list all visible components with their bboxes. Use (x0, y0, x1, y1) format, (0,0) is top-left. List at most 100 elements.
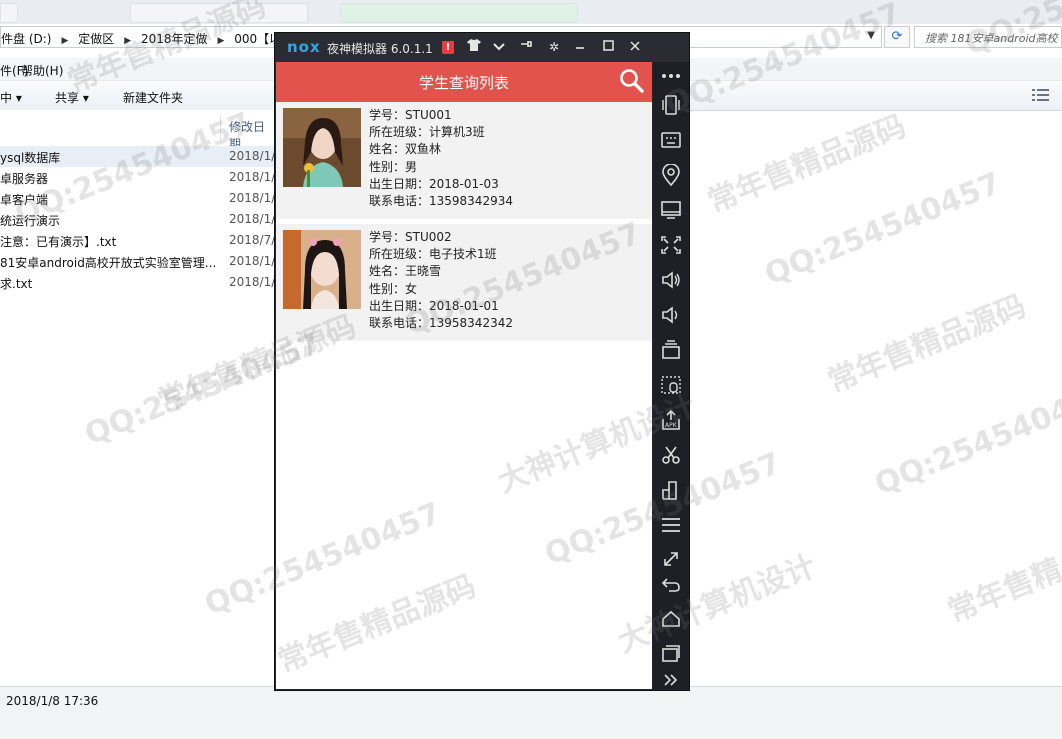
close-icon[interactable] (626, 38, 644, 56)
resize-icon[interactable] (659, 549, 683, 571)
student-gender: 性别：男 (369, 159, 418, 174)
student-gender: 性别：女 (369, 281, 418, 296)
student-photo (283, 230, 361, 309)
status-bar: 2018/1/8 17:36 (0, 686, 1062, 739)
file-row[interactable]: 注意：已有演示】.txt 2018/7/ (0, 230, 276, 251)
student-class: 所在班级：计算机3班 (369, 125, 485, 140)
file-date: 2018/1/ (229, 212, 276, 226)
svg-text:APK: APK (665, 422, 678, 429)
file-name: 81安卓android高校开放式实验室管理.... (0, 256, 216, 270)
volume-down-icon[interactable] (659, 304, 683, 326)
volume-up-icon[interactable] (659, 269, 683, 291)
file-row[interactable]: 统运行演示 2018/1/ (0, 209, 276, 230)
student-card[interactable]: 学号：STU001 所在班级：计算机3班 姓名：双鱼林 性别：男 出生日期：20… (276, 102, 652, 219)
file-name: 求.txt (0, 277, 33, 291)
fullscreen-icon[interactable] (659, 234, 683, 256)
file-date: 2018/7/ (229, 233, 276, 247)
shake-icon[interactable] (659, 94, 683, 116)
chevron-right-icon: ▶ (217, 36, 225, 46)
student-phone: 联系电话：13598342934 (369, 194, 513, 209)
student-birth: 出生日期：2018-01-01 (369, 298, 499, 313)
view-options-icon[interactable] (1032, 88, 1050, 102)
search-icon[interactable] (619, 68, 645, 94)
file-name: 卓客户端 (0, 193, 49, 207)
minimize-icon[interactable] (571, 38, 589, 56)
file-date: 2018/1/ (229, 254, 276, 268)
breadcrumb-folder[interactable]: 2018年定做 (141, 32, 208, 46)
address-dropdown-icon[interactable]: ▼ (867, 30, 875, 41)
display-icon[interactable] (659, 199, 683, 221)
file-row[interactable]: 卓客户端 2018/1/ (0, 188, 276, 209)
file-row[interactable]: 卓服务器 2018/1/ (0, 167, 276, 188)
back-icon[interactable] (659, 573, 683, 595)
file-name: ysql数据库 (0, 151, 61, 165)
gear-icon[interactable]: ✲ (545, 38, 563, 56)
menu-icon[interactable] (659, 514, 683, 536)
pin-icon[interactable] (516, 38, 534, 56)
app-title: 学生查询列表 (418, 74, 509, 92)
file-row[interactable]: 81安卓android高校开放式实验室管理.... 2018/1/ (0, 251, 276, 272)
file-date: 2018/1/ (229, 170, 276, 184)
file-name: 注意：已有演示】.txt (0, 235, 117, 249)
apk-stack-icon[interactable] (659, 339, 683, 361)
breadcrumb-drive[interactable]: 件盘 (D:) (1, 32, 51, 46)
student-id: 学号：STU001 (369, 108, 452, 122)
ghost-tab (130, 3, 308, 23)
chevron-right-icon: ▶ (61, 36, 69, 46)
stats-icon[interactable] (659, 479, 683, 501)
breadcrumb-folder[interactable]: 定做区 (78, 32, 114, 46)
student-list: 学号：STU001 所在班级：计算机3班 姓名：双鱼林 性别：男 出生日期：20… (276, 102, 652, 346)
student-name: 姓名：双鱼林 (369, 142, 442, 157)
watermark: QQ:254540457 (760, 166, 1006, 293)
file-row[interactable]: 求.txt 2018/1/ (0, 272, 276, 293)
search-input[interactable] (923, 28, 1061, 47)
scissors-icon[interactable] (659, 444, 683, 466)
ghost-tab (0, 3, 18, 23)
emulator-title: 夜神模拟器 6.0.1.1 (327, 42, 433, 56)
alert-icon[interactable]: ! (442, 41, 454, 54)
student-class: 所在班级：电子技术1班 (369, 247, 497, 262)
ghost-tab (340, 3, 578, 23)
install-apk-icon[interactable]: APK (659, 409, 683, 431)
student-info: 学号：STU002 所在班级：电子技术1班 姓名：王晓雪 性别：女 出生日期：2… (369, 229, 513, 332)
student-card[interactable]: 学号：STU002 所在班级：电子技术1班 姓名：王晓雪 性别：女 出生日期：2… (276, 224, 652, 341)
student-photo (283, 108, 361, 187)
expand-icon[interactable] (659, 669, 683, 691)
column-header-row: 修改日期 (0, 110, 276, 151)
watermark: 常年售精品源码 (702, 108, 911, 220)
student-phone: 联系电话：13958342342 (369, 316, 513, 331)
file-name: 统运行演示 (0, 214, 61, 228)
watermark: 常年售精品源码 (942, 518, 1062, 630)
search-box[interactable] (914, 26, 1062, 48)
maximize-icon[interactable] (599, 38, 617, 56)
student-birth: 出生日期：2018-01-03 (369, 176, 499, 191)
chevron-right-icon: ▶ (124, 36, 132, 46)
file-date: 2018/1/ (229, 149, 276, 163)
include-in-library-button[interactable]: 中 ▾ (0, 89, 22, 106)
more-icon[interactable] (659, 65, 683, 87)
column-divider[interactable] (220, 114, 221, 142)
shirt-icon[interactable] (465, 38, 483, 56)
watermark: 常年售精品源码 (822, 288, 1031, 400)
student-name: 姓名：王晓雪 (369, 264, 442, 279)
file-name: 卓服务器 (0, 172, 49, 186)
home-icon[interactable] (659, 608, 683, 630)
location-icon[interactable] (659, 163, 683, 187)
file-date: 2018/1/ (229, 191, 276, 205)
new-folder-button[interactable]: 新建文件夹 (123, 89, 183, 106)
chevron-down-icon[interactable] (490, 38, 508, 56)
file-date: 2018/1/ (229, 275, 276, 289)
refresh-button[interactable]: ⟳ (884, 26, 910, 48)
watermark: QQ:254540457 (870, 376, 1062, 503)
status-modified-date: 2018/1/8 17:36 (6, 694, 99, 708)
emulator-title-bar[interactable]: nox 夜神模拟器 6.0.1.1 ! ✲ (275, 33, 689, 62)
keyboard-icon[interactable] (659, 129, 683, 151)
nox-emulator-window: nox 夜神模拟器 6.0.1.1 ! ✲ 学生查询列表 学号：STU001 所… (274, 32, 690, 691)
menu-item-help[interactable]: 帮助(H) (21, 62, 63, 79)
screenshot-icon[interactable] (659, 374, 683, 396)
file-row[interactable]: ysql数据库 2018/1/ (0, 146, 276, 167)
student-info: 学号：STU001 所在班级：计算机3班 姓名：双鱼林 性别：男 出生日期：20… (369, 107, 513, 210)
recent-apps-icon[interactable] (659, 642, 683, 664)
student-id: 学号：STU002 (369, 230, 452, 244)
share-button[interactable]: 共享 ▾ (55, 89, 89, 106)
